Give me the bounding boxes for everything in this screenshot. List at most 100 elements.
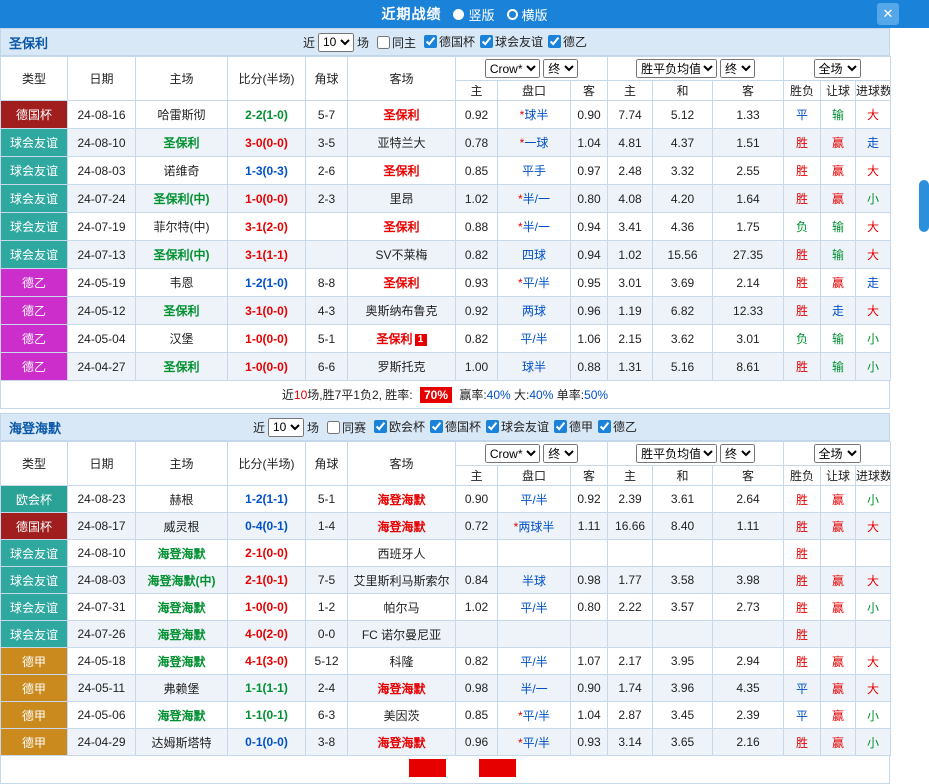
home-team: 圣保利(中) [136, 241, 228, 269]
match-score: 1-0(0-0) [228, 325, 306, 353]
competition-type: 球会友谊 [1, 213, 68, 241]
layout-radio-vertical[interactable]: 竖版 [453, 5, 494, 24]
competition-type: 球会友谊 [1, 621, 68, 648]
avg-odds-away: 2.16 [713, 729, 784, 756]
result-outcome: 胜 [784, 594, 821, 621]
match-score: 0-4(0-1) [228, 513, 306, 540]
col-result: 胜负 [784, 466, 821, 486]
handicap-odds-home: 0.98 [456, 675, 498, 702]
same-filter-checkbox[interactable] [327, 421, 340, 434]
match-row: 德乙24-04-27圣保利1-0(0-0)6-6罗斯托克1.00球半0.881.… [1, 353, 891, 381]
competition-filter-checkbox[interactable] [598, 420, 611, 433]
competition-filter[interactable]: 德甲 [554, 418, 593, 435]
handicap-outcome [821, 540, 856, 567]
odds-final-select[interactable]: 终 [543, 444, 578, 463]
competition-filter[interactable]: 德乙 [598, 418, 637, 435]
avg-odds-home: 2.87 [608, 702, 653, 729]
selects-header-row: 类型 日期 主场 比分(半场) 角球 客场 Crow* 终 胜平负均值 终 [1, 442, 891, 466]
section-header: 圣保利 近 10 场 同主 德国杯球会友谊德乙 [0, 28, 890, 56]
home-team: 海登海默(中) [136, 567, 228, 594]
avg-odds-draw: 3.57 [653, 594, 713, 621]
competition-filter-checkbox[interactable] [486, 420, 499, 433]
odds-source-select[interactable]: Crow* [485, 59, 540, 78]
avg-odds-home: 2.22 [608, 594, 653, 621]
handicap-outcome: 输 [821, 213, 856, 241]
competition-filter-checkbox[interactable] [554, 420, 567, 433]
avg-odds-home: 4.08 [608, 185, 653, 213]
avg-odds-away: 2.55 [713, 157, 784, 185]
match-date: 24-05-19 [68, 269, 136, 297]
wdl-avg-select[interactable]: 胜平负均值 [636, 444, 717, 463]
away-team: 海登海默 [348, 486, 456, 513]
main-content: 圣保利 近 10 场 同主 德国杯球会友谊德乙 类型 [0, 28, 890, 784]
result-outcome: 胜 [784, 621, 821, 648]
match-score: 0-1(0-0) [228, 729, 306, 756]
competition-filter[interactable]: 德乙 [548, 33, 587, 50]
wdl-final-select[interactable]: 终 [720, 444, 755, 463]
match-row: 球会友谊24-07-19菲尔特(中)3-1(2-0)圣保利0.88*半/一0.9… [1, 213, 891, 241]
scope-select[interactable]: 全场 [814, 59, 861, 78]
same-filter-label: 同赛 [342, 419, 366, 436]
match-score: 1-0(0-0) [228, 594, 306, 621]
scrollbar-thumb[interactable] [919, 180, 929, 232]
competition-type: 德乙 [1, 297, 68, 325]
goals-outcome: 小 [856, 353, 891, 381]
col-away: 客场 [348, 442, 456, 486]
away-team: 圣保利 [348, 213, 456, 241]
asterisk-marker: * [518, 276, 523, 290]
handicap-line: *半/一 [498, 185, 571, 213]
col-odds-away: 客 [571, 81, 608, 101]
handicap-line [498, 540, 571, 567]
handicap-odds-away: 0.94 [571, 241, 608, 269]
wdl-avg-select[interactable]: 胜平负均值 [636, 59, 717, 78]
home-team: 诺维奇 [136, 157, 228, 185]
col-away: 客场 [348, 57, 456, 101]
competition-filter[interactable]: 球会友谊 [480, 33, 543, 50]
match-count-select[interactable]: 10 [268, 418, 304, 437]
summary-text: 大: [511, 386, 530, 403]
same-filter[interactable]: 同赛 [327, 419, 366, 436]
handicap-odds-home: 0.78 [456, 129, 498, 157]
competition-filter-checkbox[interactable] [430, 420, 443, 433]
scope-select[interactable]: 全场 [814, 444, 861, 463]
wdl-avg-group: 胜平负均值 终 [608, 442, 784, 466]
section-header: 海登海默 近 10 场 同赛 欧会杯德国杯球会友谊德甲德乙 [0, 413, 890, 441]
handicap-odds-away: 0.97 [571, 157, 608, 185]
handicap-outcome: 赢 [821, 594, 856, 621]
result-outcome: 胜 [784, 648, 821, 675]
match-date: 24-07-13 [68, 241, 136, 269]
match-date: 24-04-29 [68, 729, 136, 756]
same-filter[interactable]: 同主 [377, 34, 416, 51]
competition-filter[interactable]: 德国杯 [430, 418, 481, 435]
filter-bar: 近 10 场 同主 德国杯球会友谊德乙 [303, 33, 587, 52]
competition-filter-checkbox[interactable] [424, 35, 437, 48]
competition-filter[interactable]: 球会友谊 [486, 418, 549, 435]
away-team: 科隆 [348, 648, 456, 675]
avg-odds-draw: 8.40 [653, 513, 713, 540]
col-result: 胜负 [784, 81, 821, 101]
competition-filter-checkbox[interactable] [480, 35, 493, 48]
col-odds-home: 主 [456, 466, 498, 486]
corner-score: 0-0 [306, 621, 348, 648]
same-filter-checkbox[interactable] [377, 36, 390, 49]
match-date: 24-07-24 [68, 185, 136, 213]
odds-source-select[interactable]: Crow* [485, 444, 540, 463]
handicap-odds-home: 0.84 [456, 567, 498, 594]
competition-filter-checkbox[interactable] [374, 420, 387, 433]
wdl-final-select[interactable]: 终 [720, 59, 755, 78]
handicap-line: *半/一 [498, 213, 571, 241]
odds-source-group: Crow* 终 [456, 442, 608, 466]
match-count-select[interactable]: 10 [318, 33, 354, 52]
competition-filter[interactable]: 欧会杯 [374, 418, 425, 435]
summary-text: 10 [294, 388, 307, 402]
handicap-odds-away: 1.04 [571, 702, 608, 729]
odds-final-select[interactable]: 终 [543, 59, 578, 78]
avg-odds-draw: 3.61 [653, 486, 713, 513]
competition-filter[interactable]: 德国杯 [424, 33, 475, 50]
match-score: 3-0(0-0) [228, 129, 306, 157]
close-icon[interactable]: ✕ [877, 3, 899, 25]
summary-text: 单率: [553, 386, 584, 403]
competition-filter-checkbox[interactable] [548, 35, 561, 48]
avg-odds-home [608, 540, 653, 567]
layout-radio-horizontal[interactable]: 横版 [507, 5, 548, 24]
